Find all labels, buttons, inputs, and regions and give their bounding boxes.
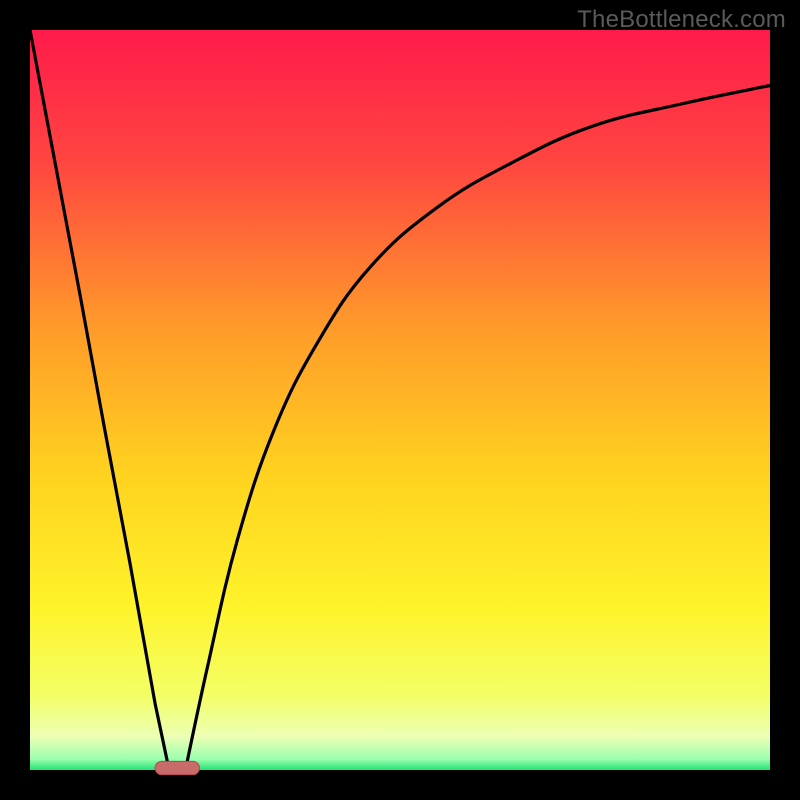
chart-svg bbox=[0, 0, 800, 800]
plot-background bbox=[30, 30, 770, 770]
chart-frame: TheBottleneck.com bbox=[0, 0, 800, 800]
watermark-text: TheBottleneck.com bbox=[577, 6, 786, 34]
optimum-marker bbox=[155, 761, 199, 774]
